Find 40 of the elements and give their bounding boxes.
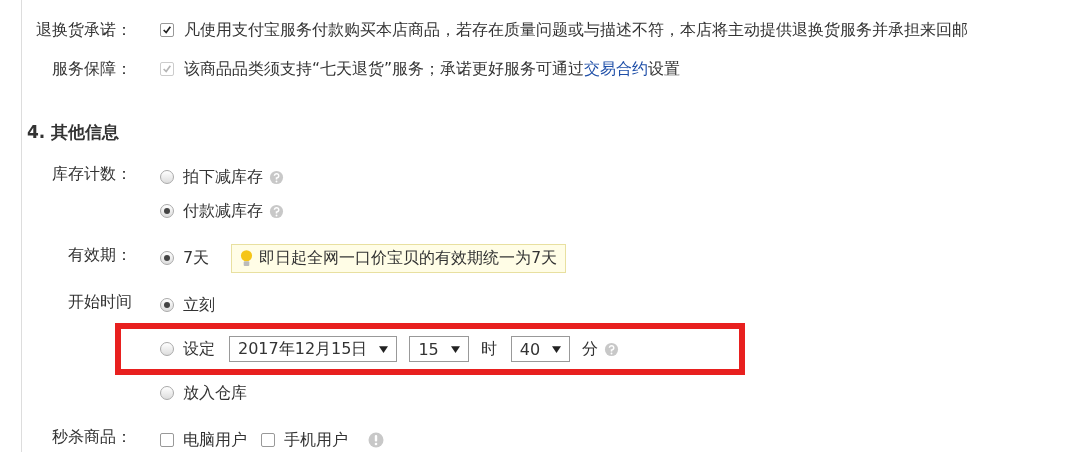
radio-button[interactable] bbox=[160, 342, 174, 356]
option-label: 拍下减库存 bbox=[183, 166, 263, 188]
hour-select[interactable]: 15 bbox=[409, 336, 469, 362]
option-label: 7天 bbox=[183, 247, 210, 269]
caret-icon bbox=[552, 345, 562, 353]
option-label: 放入仓库 bbox=[183, 382, 247, 404]
caret-icon bbox=[379, 345, 389, 353]
option-label: 立刻 bbox=[183, 294, 215, 316]
checkbox[interactable] bbox=[261, 433, 275, 447]
field-label: 有效期： bbox=[67, 244, 132, 266]
tip-text: 即日起全网一口价宝贝的有效期统一为7天 bbox=[259, 247, 558, 269]
radio-button[interactable] bbox=[160, 204, 174, 218]
option-label: 设定 bbox=[183, 338, 215, 360]
date-select[interactable]: 2017年12月15日 bbox=[229, 336, 398, 362]
radio-button[interactable] bbox=[160, 386, 174, 400]
checkbox[interactable] bbox=[160, 22, 174, 37]
option-label: 手机用户 bbox=[284, 429, 348, 451]
section-title: 4. 其他信息 bbox=[27, 121, 121, 144]
minute-select[interactable]: 40 bbox=[510, 336, 571, 362]
option-label: 电脑用户 bbox=[183, 429, 247, 451]
field-label: 退换货承诺： bbox=[35, 18, 132, 41]
help-icon[interactable] bbox=[269, 169, 284, 185]
unit-label: 分 bbox=[582, 338, 599, 360]
field-label: 库存计数： bbox=[51, 163, 132, 185]
radio-button[interactable] bbox=[160, 251, 174, 265]
unit-label: 时 bbox=[480, 338, 497, 360]
field-label: 秒杀商品： bbox=[51, 426, 132, 448]
field-label: 开始时间 bbox=[67, 291, 132, 313]
help-icon[interactable] bbox=[269, 203, 284, 219]
radio-button[interactable] bbox=[160, 170, 174, 184]
promise-text: 该商品品类须支持“七天退货”服务；承诺更好服务可通过交易合约设置 bbox=[184, 58, 681, 80]
info-icon[interactable] bbox=[368, 432, 384, 448]
checkbox[interactable] bbox=[160, 433, 174, 447]
option-label: 付款减库存 bbox=[183, 200, 263, 222]
lightbulb-icon bbox=[240, 248, 254, 268]
radio-button[interactable] bbox=[160, 298, 174, 312]
field-label: 服务保障： bbox=[51, 57, 132, 80]
promise-text: 凡使用支付宝服务付款购买本店商品，若存在质量问题或与描述不符，本店将主动提供退换货服务并承担来回邮 bbox=[184, 19, 968, 41]
caret-icon bbox=[450, 345, 460, 353]
help-icon[interactable] bbox=[604, 341, 620, 357]
